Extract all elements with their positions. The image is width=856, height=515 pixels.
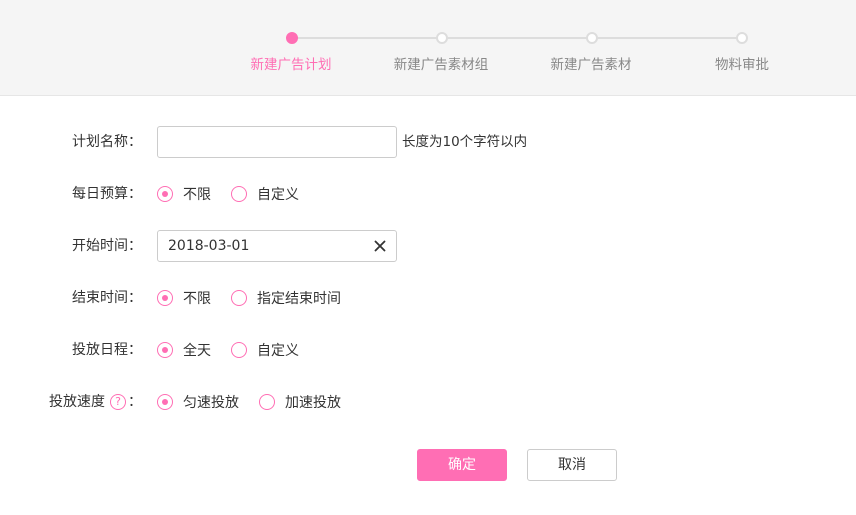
step-dot-1 xyxy=(286,32,298,44)
radio-label: 指定结束时间 xyxy=(257,291,341,307)
radio-unchecked-icon xyxy=(231,290,247,306)
end-time-radio-group: 不限 指定结束时间 xyxy=(157,282,361,314)
start-time-date-picker[interactable]: 2018-03-01 xyxy=(157,230,397,262)
plan-name-input[interactable] xyxy=(157,126,397,158)
start-time-row: 开始时间： 2018-03-01 xyxy=(0,230,856,262)
speed-radio-group: 匀速投放 加速投放 xyxy=(157,386,361,418)
end-time-unlimited-radio[interactable]: 不限 xyxy=(157,288,211,308)
speed-row: 投放速度?： 匀速投放 加速投放 xyxy=(0,386,856,418)
help-icon[interactable]: ? xyxy=(110,394,126,410)
end-time-row: 结束时间： 不限 指定结束时间 xyxy=(0,282,856,314)
step-connector-line xyxy=(291,37,742,39)
daily-budget-custom-radio[interactable]: 自定义 xyxy=(231,184,299,204)
daily-budget-row: 每日预算： 不限 自定义 xyxy=(0,178,856,210)
schedule-all-day-radio[interactable]: 全天 xyxy=(157,340,211,360)
radio-checked-icon xyxy=(157,342,173,358)
daily-budget-label: 每日预算： xyxy=(72,186,142,202)
schedule-radio-group: 全天 自定义 xyxy=(157,334,319,366)
speed-label-colon: ： xyxy=(128,394,142,410)
radio-unchecked-icon xyxy=(231,186,247,202)
step-label-3: 新建广告素材 xyxy=(550,57,632,73)
speed-label-group: 投放速度?： xyxy=(49,386,142,418)
confirm-button[interactable]: 确定 xyxy=(417,449,507,481)
step-dot-4 xyxy=(736,32,748,44)
start-time-value: 2018-03-01 xyxy=(168,238,250,254)
step-label-1: 新建广告计划 xyxy=(250,57,332,73)
speed-even-radio[interactable]: 匀速投放 xyxy=(157,392,239,412)
cancel-button[interactable]: 取消 xyxy=(527,449,617,481)
schedule-label: 投放日程： xyxy=(72,342,142,358)
daily-budget-radio-group: 不限 自定义 xyxy=(157,178,319,210)
radio-checked-icon xyxy=(157,394,173,410)
schedule-row: 投放日程： 全天 自定义 xyxy=(0,334,856,366)
radio-label: 不限 xyxy=(183,187,211,203)
radio-label: 自定义 xyxy=(257,343,299,359)
radio-checked-icon xyxy=(157,186,173,202)
step-label-2: 新建广告素材组 xyxy=(393,57,489,73)
radio-label: 匀速投放 xyxy=(183,395,239,411)
radio-unchecked-icon xyxy=(231,342,247,358)
close-icon[interactable] xyxy=(374,240,386,252)
radio-label: 自定义 xyxy=(257,187,299,203)
plan-name-label: 计划名称： xyxy=(72,134,142,150)
step-dot-3 xyxy=(586,32,598,44)
daily-budget-unlimited-radio[interactable]: 不限 xyxy=(157,184,211,204)
start-time-label: 开始时间： xyxy=(72,238,142,254)
schedule-custom-radio[interactable]: 自定义 xyxy=(231,340,299,360)
radio-unchecked-icon xyxy=(259,394,275,410)
radio-checked-icon xyxy=(157,290,173,306)
end-time-label: 结束时间： xyxy=(72,290,142,306)
step-dot-2 xyxy=(436,32,448,44)
radio-label: 不限 xyxy=(183,291,211,307)
end-time-specify-radio[interactable]: 指定结束时间 xyxy=(231,288,341,308)
speed-accelerated-radio[interactable]: 加速投放 xyxy=(259,392,341,412)
step-progress-bar: 新建广告计划 新建广告素材组 新建广告素材 物料审批 xyxy=(0,0,856,96)
step-label-4: 物料审批 xyxy=(715,57,769,73)
plan-name-hint: 长度为10个字符以内 xyxy=(402,134,528,150)
plan-name-row: 计划名称： 长度为10个字符以内 xyxy=(0,126,856,158)
radio-label: 全天 xyxy=(183,343,211,359)
speed-label: 投放速度 xyxy=(49,394,105,410)
radio-label: 加速投放 xyxy=(285,395,341,411)
